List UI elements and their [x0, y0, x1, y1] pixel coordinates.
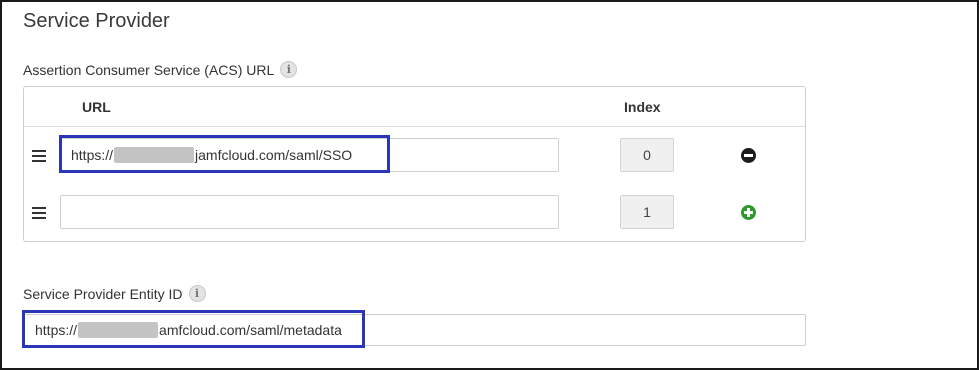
acs-row-1: 1 — [24, 195, 805, 235]
acs-row-0: https:// jamfcloud.com/saml/SSO 0 — [24, 138, 805, 178]
drag-handle-icon[interactable] — [32, 207, 46, 219]
remove-row-button[interactable] — [741, 148, 756, 163]
minus-circle-icon — [744, 154, 753, 157]
drag-handle-icon[interactable] — [32, 150, 46, 162]
info-icon[interactable]: i — [280, 61, 298, 78]
acs-url-input-1[interactable] — [60, 195, 559, 229]
acs-url-input-0[interactable]: https:// jamfcloud.com/saml/SSO — [60, 138, 559, 172]
entity-id-input[interactable]: https:// amfcloud.com/saml/metadata — [23, 314, 806, 346]
info-icon[interactable]: i — [188, 285, 206, 302]
table-header: URL Index — [24, 87, 805, 127]
redacted-block — [78, 322, 159, 338]
add-row-button[interactable] — [741, 205, 756, 220]
acs-url-label-text: Assertion Consumer Service (ACS) URL — [23, 61, 275, 78]
entity-suffix: amfcloud.com/saml/metadata — [159, 322, 342, 338]
service-provider-panel: Service Provider Assertion Consumer Serv… — [0, 0, 979, 370]
acs-url-table: URL Index https:// jamfcloud.com/saml/SS… — [23, 86, 806, 242]
entity-id-label-text: Service Provider Entity ID — [23, 285, 183, 302]
acs-url-label: Assertion Consumer Service (ACS) URL i — [23, 61, 298, 78]
redacted-block — [114, 147, 195, 163]
section-title: Service Provider — [23, 10, 170, 32]
entity-id-label: Service Provider Entity ID i — [23, 285, 206, 302]
entity-prefix: https:// — [35, 322, 78, 338]
index-field-0: 0 — [620, 138, 674, 172]
column-header-index: Index — [624, 99, 661, 115]
url-suffix: jamfcloud.com/saml/SSO — [195, 147, 353, 163]
url-prefix: https:// — [71, 147, 114, 163]
column-header-url: URL — [82, 99, 111, 115]
index-field-1: 1 — [620, 195, 674, 229]
